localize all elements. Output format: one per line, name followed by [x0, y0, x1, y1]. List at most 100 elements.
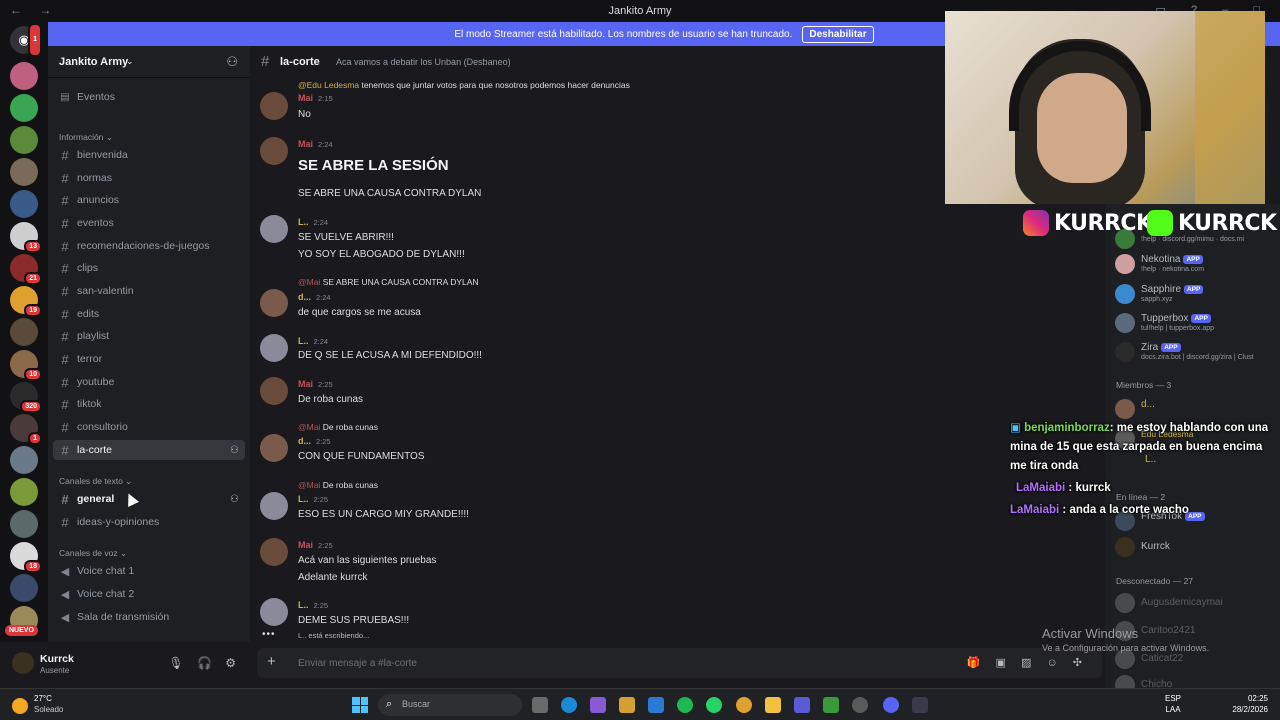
teams-icon[interactable] [794, 697, 810, 713]
obs-icon[interactable] [852, 697, 868, 713]
plus-icon[interactable]: + [267, 653, 276, 670]
member-item[interactable]: Tupperbox APP tul!help | tupperbox.app [1115, 310, 1280, 336]
gear-icon[interactable]: ⚙ [225, 656, 236, 670]
member-item[interactable]: Nekotina APP !help · nekotina.com [1115, 251, 1280, 277]
avatar[interactable] [260, 538, 288, 566]
message-author[interactable]: Mai 2:15 [298, 93, 333, 103]
message-author[interactable]: Mai 2:25 [298, 540, 333, 550]
reply-preview[interactable]: @Mai De roba cunas [298, 480, 378, 490]
avatar[interactable] [260, 92, 288, 120]
message-author[interactable]: d... 2:24 [298, 292, 331, 302]
server-icon[interactable] [10, 62, 38, 90]
channel-item[interactable]: # normas [53, 168, 245, 188]
server-icon[interactable] [10, 478, 38, 506]
apps-icon[interactable]: ✣ [1073, 657, 1082, 669]
voice-channel-item[interactable]: ◀ Voice chat 1 [53, 561, 245, 581]
server-icon[interactable]: 10 [10, 350, 42, 381]
server-icon[interactable] [10, 158, 38, 186]
avatar[interactable] [12, 652, 34, 674]
xbox-icon[interactable] [823, 697, 839, 713]
message-author[interactable]: L.. 2:25 [298, 494, 328, 504]
category-info[interactable]: Información ⌄ [59, 132, 113, 143]
server-icon[interactable] [10, 94, 38, 122]
channel-item[interactable]: # edits [53, 304, 245, 324]
events-item[interactable]: ▤ Eventos [53, 87, 245, 107]
server-icon[interactable]: 21 [10, 254, 42, 285]
message-author[interactable]: L.. 2:25 [298, 600, 328, 610]
discord-icon[interactable] [883, 697, 899, 713]
store-icon[interactable] [619, 697, 635, 713]
channel-item[interactable]: # bienvenida [53, 145, 245, 165]
channel-item[interactable]: # ideas-y-opiniones [53, 512, 245, 532]
file-explorer-icon[interactable] [765, 697, 781, 713]
sticker-icon[interactable]: ▨ [1021, 657, 1031, 669]
emoji-icon[interactable]: ☺ [1046, 657, 1057, 669]
clock[interactable]: 02:25 28/2/2026 [1232, 693, 1268, 715]
message-input[interactable]: Enviar mensaje a #la-corte [298, 658, 417, 669]
avatar[interactable] [260, 215, 288, 243]
message-author[interactable]: Mai 2:25 [298, 379, 333, 389]
spotify-icon[interactable] [677, 697, 693, 713]
headphones-icon[interactable]: 🎧 [197, 656, 212, 670]
channel-item[interactable]: # youtube [53, 372, 245, 392]
avatar[interactable] [260, 492, 288, 520]
channel-item[interactable]: # clips [53, 258, 245, 278]
message-author[interactable]: Mai 2:24 [298, 139, 333, 149]
copilot-icon[interactable] [590, 697, 606, 713]
server-icon[interactable] [10, 318, 38, 346]
category-voice[interactable]: Canales de voz ⌄ [59, 548, 127, 559]
server-icon[interactable]: 320 [10, 382, 42, 413]
gif-icon[interactable]: ▣ [996, 657, 1006, 669]
server-icon[interactable]: 1 [10, 414, 42, 445]
edge-icon[interactable] [561, 697, 577, 713]
avatar[interactable] [260, 377, 288, 405]
channel-item[interactable]: # tiktok [53, 394, 245, 414]
mail-icon[interactable] [648, 697, 664, 713]
server-icon[interactable]: 13 [10, 222, 42, 253]
member-item[interactable]: Zira APP docs.zira.bot | discord.gg/zira |… [1115, 339, 1280, 365]
reply-preview[interactable]: @Mai SE ABRE UNA CAUSA CONTRA DYLAN [298, 277, 479, 287]
message-author[interactable]: d... 2:25 [298, 436, 331, 446]
task-view-icon[interactable] [532, 697, 548, 713]
avatar[interactable] [260, 137, 288, 165]
channel-item[interactable]: # eventos [53, 213, 245, 233]
avatar[interactable] [260, 598, 288, 626]
channel-item[interactable]: # playlist [53, 326, 245, 346]
message-author[interactable]: L.. 2:24 [298, 217, 328, 227]
server-icon[interactable] [10, 126, 38, 154]
avatar[interactable] [260, 289, 288, 317]
channel-item[interactable]: # terror [53, 349, 245, 369]
member-item[interactable]: Augusdemicaymai [1115, 590, 1280, 616]
message-composer[interactable]: + Enviar mensaje a #la-corte 🎁 ▣ ▨ ☺ ✣ [257, 648, 1102, 678]
message-author[interactable]: L.. 2:24 [298, 336, 328, 346]
invite-icon[interactable]: ⚇ [230, 494, 239, 505]
avatar[interactable] [260, 334, 288, 362]
discord-home-icon[interactable]: ◉ 1 [10, 23, 42, 57]
channel-item[interactable]: # consultorio [53, 417, 245, 437]
channel-item[interactable]: # anuncios [53, 190, 245, 210]
server-icon[interactable] [10, 510, 38, 538]
channel-item-active[interactable]: # la-corte ⚇ [53, 440, 245, 460]
channel-item[interactable]: # recomendaciones-de-juegos [53, 236, 245, 256]
windows-start-icon[interactable] [352, 697, 368, 713]
server-icon[interactable]: 18 [10, 542, 42, 573]
channel-item[interactable]: # general ⚇ [53, 489, 245, 509]
voice-channel-item[interactable]: ◀ Voice chat 2 [53, 584, 245, 604]
member-item[interactable]: Chicho [1115, 672, 1280, 688]
taskbar-search[interactable]: ⌕ Buscar [378, 694, 522, 716]
server-icon[interactable] [10, 446, 38, 474]
category-text[interactable]: Canales de texto ⌄ [59, 476, 132, 487]
reply-preview[interactable]: @Edu Ledesma tenemos que juntar votos pa… [298, 80, 630, 90]
server-icon[interactable] [10, 190, 38, 218]
gift-icon[interactable]: 🎁 [967, 657, 981, 669]
guild-header[interactable]: Jankito Army ⌄ ⚇ [48, 46, 250, 78]
language-indicator[interactable]: ESP LAA [1165, 693, 1181, 715]
whatsapp-icon[interactable] [706, 697, 722, 713]
server-icon[interactable] [10, 574, 38, 602]
invite-icon[interactable]: ⚇ [230, 445, 239, 456]
avatar[interactable] [260, 434, 288, 462]
disable-streamer-button[interactable]: Deshabilitar [802, 25, 874, 43]
channel-item[interactable]: # san-valentin [53, 281, 245, 301]
app-icon[interactable] [912, 697, 928, 713]
member-item[interactable]: Sapphire APP sapph.xyz [1115, 281, 1280, 307]
